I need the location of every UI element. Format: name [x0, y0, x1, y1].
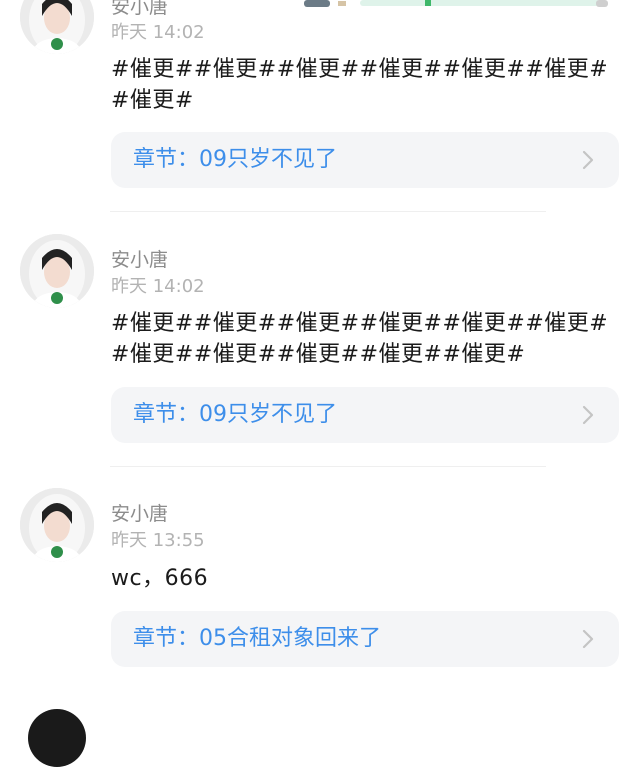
user-avatar[interactable]	[20, 0, 94, 54]
user-avatar[interactable]	[20, 234, 94, 308]
comment-feed: 安小唐 昨天 14:02 #催更##催更##催更##催更##催更##催更##催更…	[0, 0, 640, 767]
avatar-photo-icon	[20, 234, 94, 308]
chapter-link-card[interactable]: 章节：05合租对象回来了	[111, 611, 619, 667]
chapter-label: 章节：09只岁不见了	[133, 402, 337, 427]
cropped-header-strip	[300, 0, 632, 8]
comment-divider	[110, 211, 546, 212]
username[interactable]: 安小唐	[111, 0, 168, 20]
avatar-photo-icon	[20, 0, 94, 54]
avatar-photo-icon	[20, 488, 94, 562]
chapter-link-card[interactable]: 章节：09只岁不见了	[111, 387, 619, 443]
timestamp: 昨天 14:02	[111, 276, 205, 297]
user-avatar[interactable]	[20, 488, 94, 562]
chapter-link-card[interactable]: 章节：09只岁不见了	[111, 132, 619, 188]
comment-text: #催更##催更##催更##催更##催更##催更##催更#	[111, 57, 609, 113]
chapter-label: 章节：05合租对象回来了	[133, 626, 381, 651]
comment-text: wc，666	[111, 566, 209, 591]
chevron-right-icon	[582, 629, 594, 649]
timestamp: 昨天 13:55	[111, 530, 205, 551]
chevron-right-icon	[582, 405, 594, 425]
timestamp: 昨天 14:02	[111, 22, 205, 43]
chevron-right-icon	[582, 150, 594, 170]
username[interactable]: 安小唐	[111, 247, 168, 273]
comment-divider	[110, 466, 546, 467]
comment-text: #催更##催更##催更##催更##催更##催更##催更##催更##催更##催更#…	[111, 311, 609, 367]
username[interactable]: 安小唐	[111, 501, 168, 527]
chapter-label: 章节：09只岁不见了	[133, 147, 337, 172]
